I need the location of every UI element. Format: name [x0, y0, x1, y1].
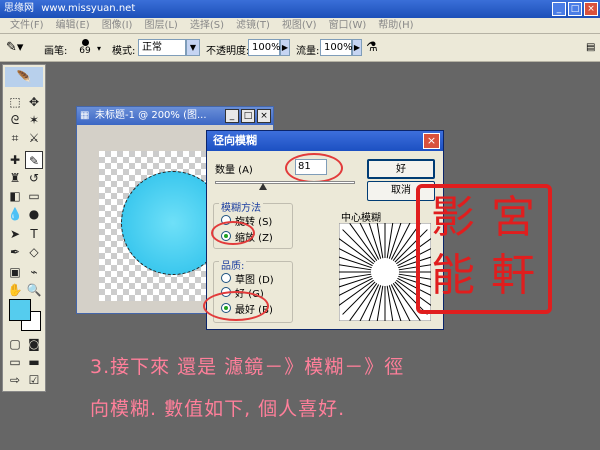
brush-tool-icon[interactable]: ✎▾ [6, 40, 28, 56]
history-brush-tool-icon[interactable]: ↺ [25, 169, 43, 187]
quality-label: 品质: [219, 257, 247, 272]
instruction-line-2: 向模糊. 數值如下, 個人喜好. [90, 398, 346, 420]
doc-minimize-button[interactable]: _ [225, 109, 239, 123]
brush-size: 69 [79, 46, 91, 56]
seal-char-4: 影 [431, 192, 475, 243]
doc-maximize-button[interactable]: □ [241, 109, 255, 123]
menu-help[interactable]: 帮助(H) [372, 18, 419, 34]
blur-tool-icon[interactable]: 💧 [6, 205, 24, 223]
menu-view[interactable]: 视图(V) [276, 18, 323, 34]
shape-tool-icon[interactable]: ◇ [25, 243, 43, 261]
brush-label: 画笔: [44, 46, 68, 57]
opacity-label: 不透明度: [206, 46, 250, 57]
blur-center-label: 中心模糊 [341, 213, 381, 224]
menu-file[interactable]: 文件(F) [4, 18, 50, 34]
app-title-suffix: www.missyuan.net [41, 3, 136, 14]
notes-tool-icon[interactable]: ▣ [6, 263, 24, 281]
pen-tool-icon[interactable]: ✒ [6, 243, 24, 261]
menu-filter[interactable]: 滤镜(T) [230, 18, 276, 34]
amount-label: 数量 (A) [215, 165, 253, 176]
clone-stamp-tool-icon[interactable]: ♜ [6, 169, 24, 187]
eyedropper-tool-icon[interactable]: ⌁ [25, 263, 43, 281]
quality-draft-label: 草图 (D) [235, 275, 274, 286]
zoom-highlight-circle [211, 221, 255, 245]
ok-button[interactable]: 好 [367, 159, 435, 179]
best-quality-highlight-circle [203, 291, 269, 321]
flow-label: 流量: [296, 46, 320, 57]
mode-dropdown-icon[interactable]: ▼ [186, 39, 200, 56]
amount-highlight-circle [285, 153, 343, 183]
menu-layer[interactable]: 图层(L) [138, 18, 183, 34]
dialog-title: 径向模糊 [207, 131, 443, 151]
zoom-tool-icon[interactable]: 🔍 [25, 281, 43, 299]
amount-slider-thumb[interactable] [259, 183, 267, 190]
opacity-arrow-icon[interactable]: ▶ [280, 39, 290, 56]
marquee-tool-icon[interactable]: ⬚ [6, 93, 24, 111]
brush-preview[interactable]: 69 [74, 37, 96, 59]
document-icon: ▦ [80, 110, 90, 121]
screen-mode-icon[interactable]: ▭ [6, 353, 24, 371]
app-title-bar: 思缘网 www.missyuan.net _ □ × [0, 0, 600, 18]
quality-draft-radio[interactable] [221, 273, 231, 283]
full-screen-mode-icon[interactable]: ▬ [25, 353, 43, 371]
slice-tool-icon[interactable]: ⚔ [25, 129, 43, 147]
flow-input[interactable]: 100% [320, 39, 353, 56]
palette-well-icon[interactable]: ▤ [586, 40, 598, 56]
menu-bar: 文件(F) 编辑(E) 图像(I) 图层(L) 选择(S) 滤镜(T) 视图(V… [0, 18, 600, 34]
move-tool-icon[interactable]: ✥ [25, 93, 43, 111]
opacity-input[interactable]: 100% [248, 39, 281, 56]
toolbox: 🪶 ⬚ ✥ ᘓ ✶ ⌗ ⚔ ✚ ✎ ♜ ↺ ◧ ▭ 💧 ● ➤ T ✒ ◇ ▣ … [2, 64, 46, 392]
menu-window[interactable]: 窗口(W) [323, 18, 373, 34]
app-title: 思缘网 [4, 3, 34, 14]
checkbox-tool-icon[interactable]: ☑ [25, 371, 43, 389]
brush-tool-active-icon[interactable]: ✎ [25, 151, 43, 169]
gradient-tool-icon[interactable]: ▭ [25, 187, 43, 205]
document-title: 未标题-1 @ 200% (图... [95, 110, 207, 121]
brush-dot-icon [81, 39, 89, 46]
quick-mask-off-icon[interactable]: ▢ [6, 335, 24, 353]
feather-logo-icon[interactable]: 🪶 [5, 67, 43, 87]
foreground-color-swatch[interactable] [9, 299, 31, 321]
doc-close-button[interactable]: × [257, 109, 271, 123]
dialog-close-icon[interactable]: × [423, 133, 440, 149]
seal-char-2: 軒 [491, 250, 535, 301]
type-tool-icon[interactable]: T [25, 225, 43, 243]
jump-to-imageready-icon[interactable]: ⇨ [6, 371, 24, 389]
seal-char-1: 宮 [491, 192, 535, 243]
menu-edit[interactable]: 编辑(E) [50, 18, 96, 34]
radial-blur-dialog: 径向模糊 × 数量 (A) 81 好 取消 模糊方法 旋转 (S) 缩放 (Z)… [203, 130, 444, 330]
healing-brush-tool-icon[interactable]: ✚ [6, 151, 24, 169]
close-button[interactable]: × [584, 2, 598, 16]
lasso-tool-icon[interactable]: ᘓ [6, 111, 24, 129]
menu-image[interactable]: 图像(I) [96, 18, 139, 34]
mode-label: 模式: [112, 46, 136, 57]
quick-mask-on-icon[interactable]: ◙ [25, 335, 43, 353]
maximize-button[interactable]: □ [568, 2, 582, 16]
seal-char-3: 能 [431, 250, 475, 301]
dodge-tool-icon[interactable]: ● [25, 205, 43, 223]
path-selection-tool-icon[interactable]: ➤ [6, 225, 24, 243]
minimize-button[interactable]: _ [552, 2, 566, 16]
instruction-line-1: 3.接下來 還是 濾鏡－》模糊－》徑 [90, 356, 405, 378]
magic-wand-tool-icon[interactable]: ✶ [25, 111, 43, 129]
menu-select[interactable]: 选择(S) [184, 18, 230, 34]
options-bar: ✎▾ 画笔: 69 ▾ 模式: 正常 ▼ 不透明度: 100% ▶ 流量: 10… [0, 34, 600, 62]
brush-dropdown-arrow[interactable]: ▾ [97, 44, 101, 53]
eraser-tool-icon[interactable]: ◧ [6, 187, 24, 205]
flow-arrow-icon[interactable]: ▶ [352, 39, 362, 56]
mode-select[interactable]: 正常 [138, 39, 186, 56]
airbrush-icon[interactable]: ⚗ [366, 40, 382, 56]
amount-slider-track[interactable] [215, 181, 355, 184]
red-seal-stamp: 宮 軒 能 影 [416, 184, 552, 314]
crop-tool-icon[interactable]: ⌗ [6, 129, 24, 147]
blur-method-label: 模糊方法 [219, 199, 263, 214]
hand-tool-icon[interactable]: ✋ [6, 281, 24, 299]
